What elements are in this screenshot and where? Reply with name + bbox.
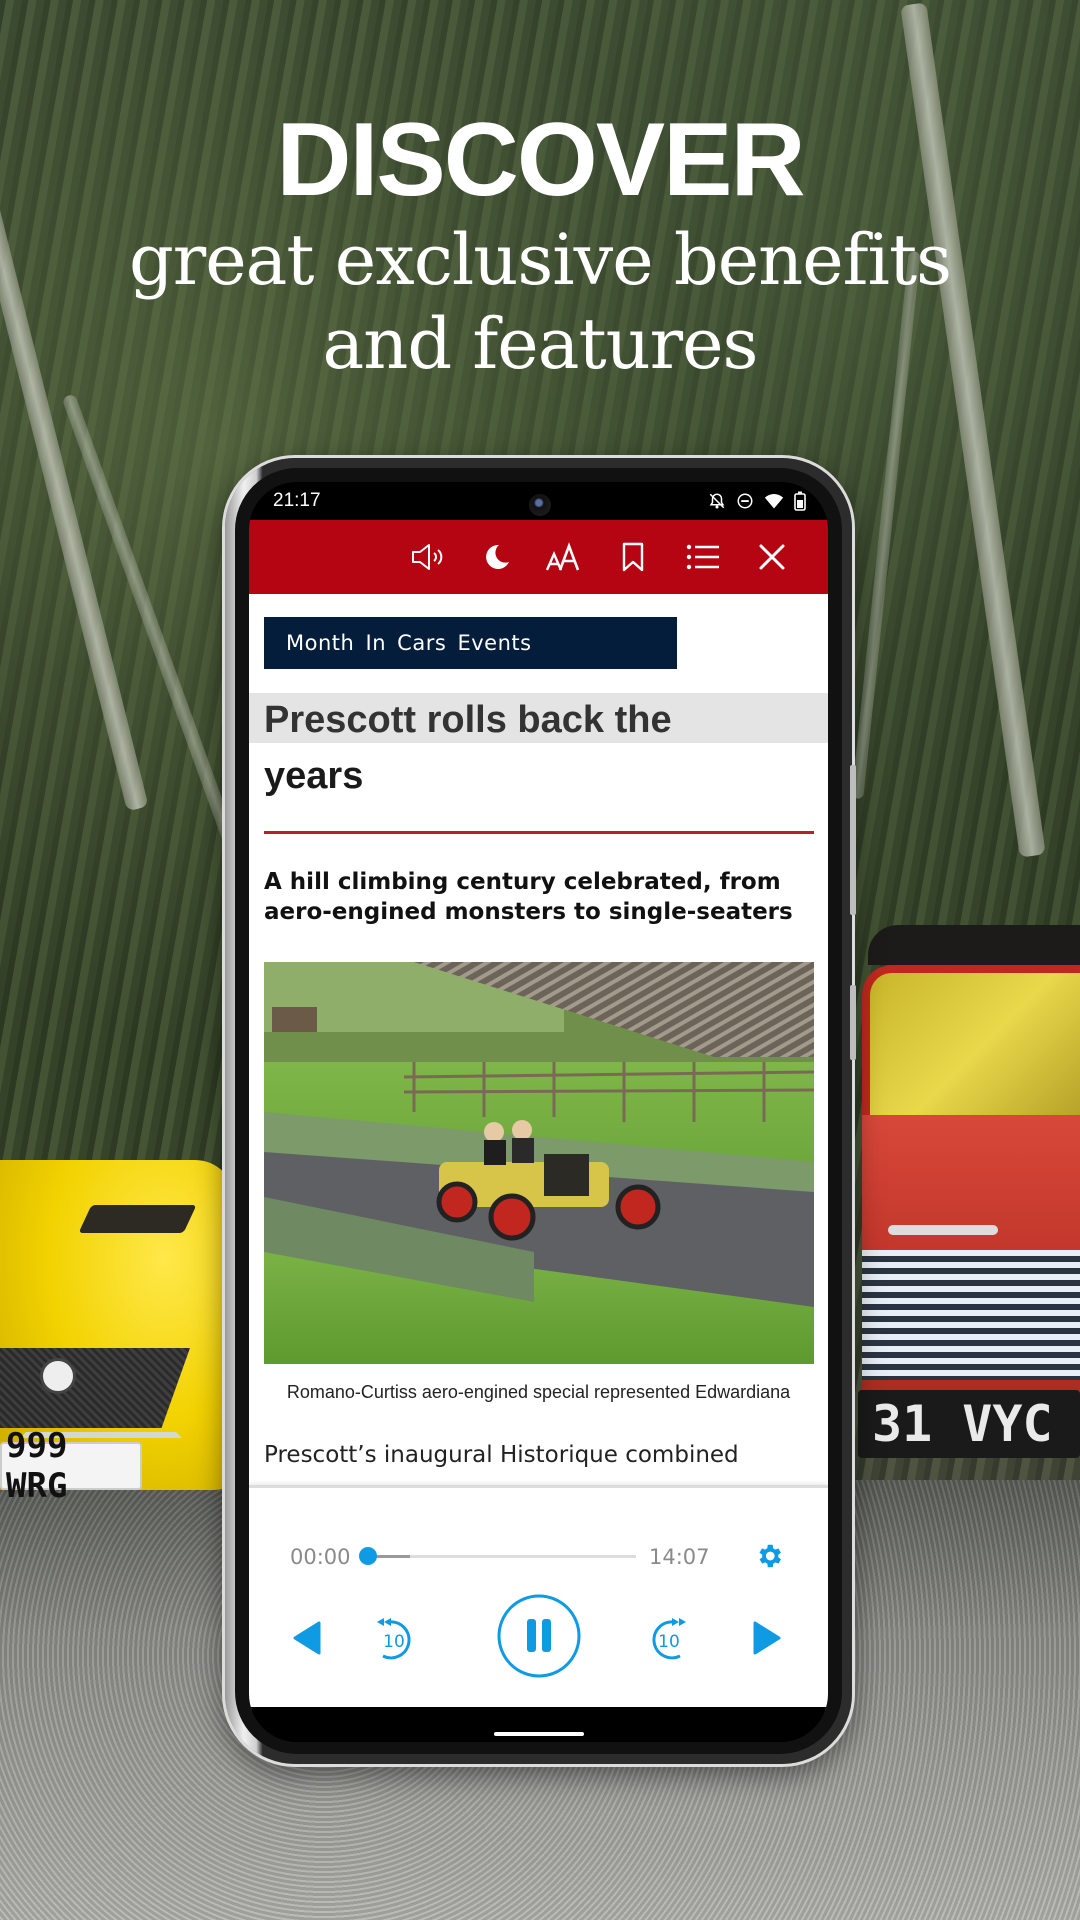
moon-icon	[486, 544, 509, 569]
next-icon	[753, 1621, 781, 1655]
article-photo[interactable]	[264, 962, 814, 1364]
navigation-bar	[249, 1707, 828, 1742]
vintage-race-car-photo	[264, 962, 814, 1364]
standfirst-line: A hill climbing century celebrated, from	[264, 869, 781, 895]
wifi-icon	[764, 494, 784, 509]
current-time: 00:00	[290, 1545, 351, 1569]
contents-button[interactable]	[684, 538, 722, 576]
article-body: Prescott’s inaugural Historique combined	[264, 1442, 739, 1468]
pause-button[interactable]	[496, 1593, 582, 1679]
headline-line: Prescott rolls back the	[264, 699, 672, 741]
standfirst-line: aero-engined monsters to single-seaters	[264, 899, 793, 925]
close-button[interactable]	[753, 538, 791, 576]
bookmark-icon	[622, 542, 644, 572]
article-standfirst: A hill climbing century celebrated, from…	[264, 867, 819, 927]
hero-title: DISCOVER	[276, 102, 805, 218]
hero-subtitle-line: great exclusive benefits	[128, 219, 952, 301]
volume-button	[850, 765, 856, 915]
notifications-off-icon	[709, 493, 725, 509]
list-icon	[686, 544, 719, 570]
text-to-speech-button[interactable]	[409, 538, 447, 576]
category-badge[interactable]: Month In Cars Events	[264, 617, 677, 669]
license-plate: 999 WRG	[0, 1426, 142, 1506]
hero-subtitle: great exclusive benefits and features	[0, 218, 1080, 386]
total-time: 14:07	[649, 1545, 710, 1569]
seek-bar[interactable]	[366, 1555, 636, 1558]
skip-forward-10-icon: 10	[652, 1618, 686, 1660]
battery-icon	[794, 491, 806, 511]
license-plate: 31 VYC	[858, 1390, 1080, 1458]
front-camera	[529, 494, 551, 516]
home-indicator[interactable]	[494, 1732, 584, 1736]
skip-forward-button[interactable]: 10	[644, 1606, 694, 1666]
skip-back-label: 10	[383, 1632, 405, 1652]
skip-forward-label: 10	[658, 1632, 680, 1652]
bookmark-button[interactable]	[614, 538, 652, 576]
close-icon	[759, 544, 785, 570]
do-not-disturb-icon	[737, 493, 753, 509]
skip-back-10-icon: 10	[377, 1618, 411, 1660]
next-button[interactable]	[749, 1618, 785, 1658]
headline-line: years	[264, 755, 364, 797]
reader-toolbar	[249, 520, 828, 594]
previous-icon	[293, 1621, 321, 1655]
article-content: Month In Cars Events Prescott rolls back…	[249, 594, 828, 1485]
article-headline: Prescott rolls back the years	[264, 692, 814, 804]
status-time: 21:17	[273, 490, 321, 511]
audio-player: 00:00 14:07 10 10	[249, 1485, 828, 1710]
phone-screen: 21:17 Month In Cars Events Prescott roll…	[249, 482, 828, 1742]
red-mini-car: 31 VYC	[848, 925, 1080, 1685]
previous-button[interactable]	[289, 1618, 325, 1658]
yellow-sports-car: 999 WRG	[0, 1160, 235, 1506]
seek-thumb[interactable]	[359, 1547, 377, 1565]
speaker-icon	[412, 544, 443, 570]
font-size-icon	[545, 542, 580, 571]
pause-icon	[497, 1594, 581, 1678]
night-mode-button[interactable]	[477, 538, 515, 576]
gear-icon	[759, 1544, 781, 1568]
status-bar: 21:17	[249, 482, 828, 520]
power-button	[850, 985, 856, 1060]
hero-subtitle-line: and features	[322, 303, 759, 385]
divider	[264, 831, 814, 834]
skip-back-button[interactable]: 10	[369, 1606, 419, 1666]
font-size-button[interactable]	[545, 538, 583, 576]
player-settings-button[interactable]	[754, 1541, 784, 1576]
photo-caption: Romano-Curtiss aero-engined special repr…	[286, 1382, 791, 1402]
